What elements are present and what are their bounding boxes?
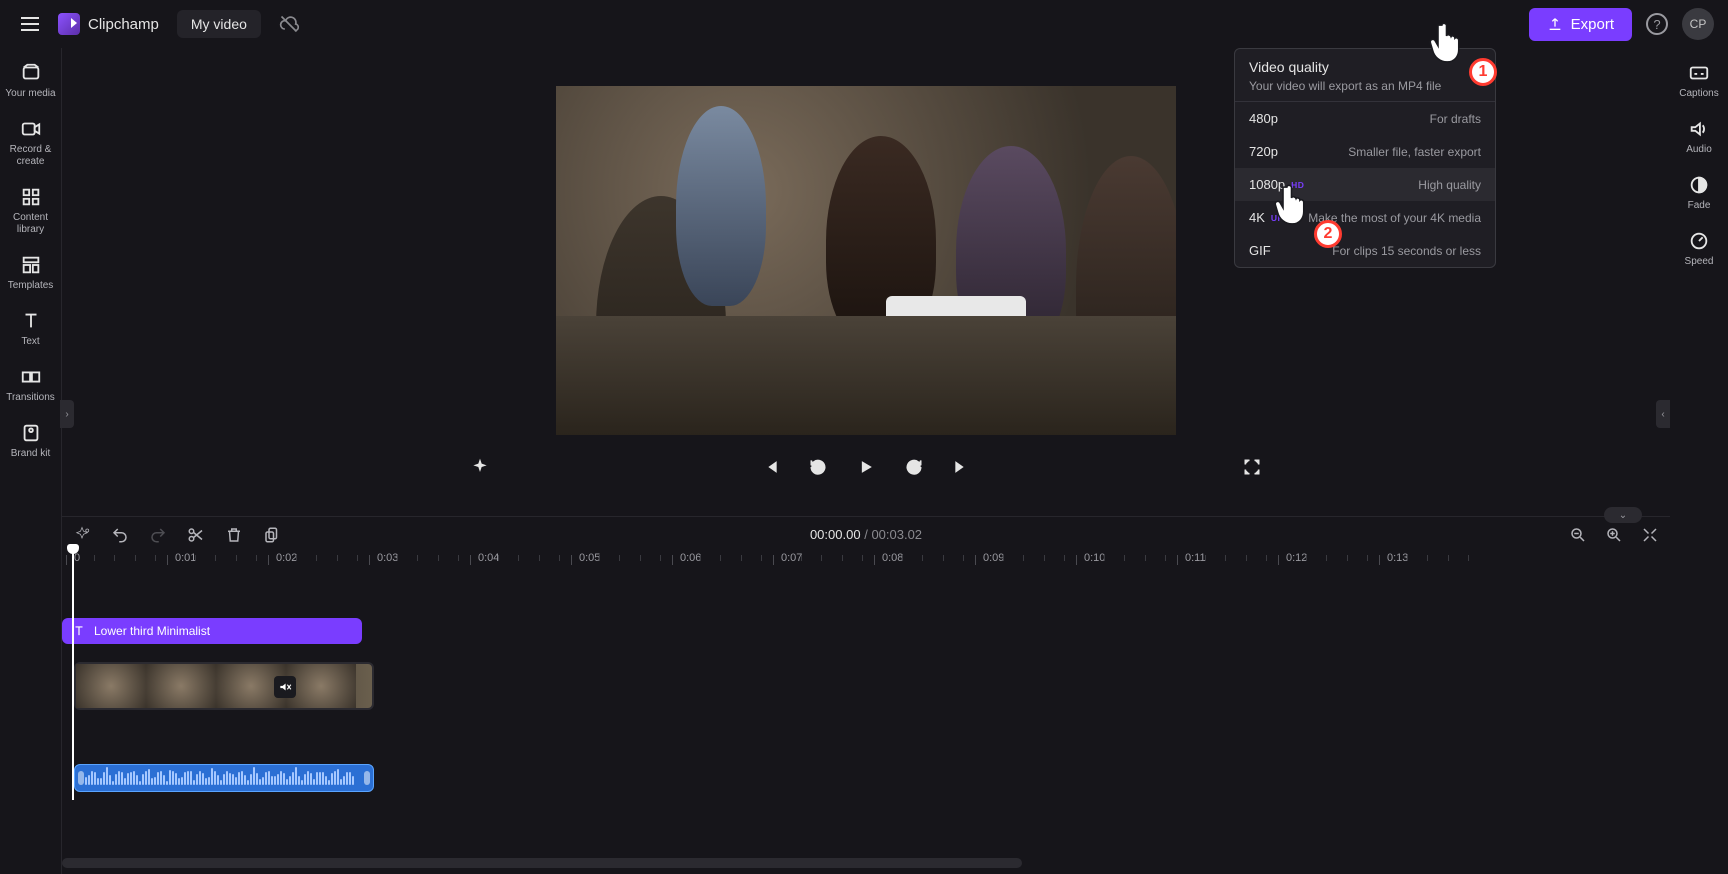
- ruler-mark: 0:10: [1084, 552, 1105, 564]
- sidebar-item-text[interactable]: Text: [3, 302, 59, 358]
- seek-forward-button[interactable]: 5: [904, 457, 924, 477]
- sidebar-item-speed[interactable]: Speed: [1673, 222, 1725, 278]
- sidebar-item-record-create[interactable]: Record & create: [3, 110, 59, 178]
- mute-clip-icon[interactable]: [274, 676, 296, 698]
- export-quality-option-gif[interactable]: GIFFor clips 15 seconds or less: [1235, 234, 1495, 267]
- delete-icon[interactable]: [224, 525, 244, 545]
- text-clip[interactable]: Lower third Minimalist: [62, 618, 362, 644]
- timeline-scrollbar[interactable]: [62, 858, 1022, 868]
- sync-status-icon[interactable]: [273, 8, 305, 40]
- sidebar-item-fade[interactable]: Fade: [1673, 166, 1725, 222]
- export-quality-option-480p[interactable]: 480pFor drafts: [1235, 102, 1495, 135]
- sidebar-item-brand-kit[interactable]: Brand kit: [3, 414, 59, 470]
- left-sidebar: Your media Record & create Content libra…: [0, 48, 62, 874]
- redo-icon[interactable]: [148, 525, 168, 545]
- ruler-mark: 0:01: [175, 552, 196, 564]
- ruler-mark: 0:09: [983, 552, 1004, 564]
- ruler-mark: 0: [74, 552, 80, 564]
- video-clip[interactable]: [74, 662, 374, 710]
- add-clip-icon[interactable]: [72, 525, 92, 545]
- play-button[interactable]: [856, 457, 876, 477]
- video-preview[interactable]: [556, 86, 1176, 435]
- user-avatar[interactable]: CP: [1682, 8, 1714, 40]
- export-button[interactable]: Export: [1529, 8, 1632, 41]
- brand[interactable]: Clipchamp: [58, 13, 159, 35]
- zoom-out-icon[interactable]: [1568, 525, 1588, 545]
- ruler-mark: 0:04: [478, 552, 499, 564]
- sidebar-item-your-media[interactable]: Your media: [3, 54, 59, 110]
- time-display: 00:00.00 / 00:03.02: [810, 527, 922, 542]
- export-button-label: Export: [1571, 16, 1614, 33]
- undo-icon[interactable]: [110, 525, 130, 545]
- ruler-mark: 0:05: [579, 552, 600, 564]
- ruler-mark: 0:13: [1387, 552, 1408, 564]
- timeline-tracks: Lower third Minimalist: [62, 590, 1670, 874]
- duplicate-icon[interactable]: [262, 525, 282, 545]
- split-icon[interactable]: [186, 525, 206, 545]
- ruler-mark: 0:02: [276, 552, 297, 564]
- clipchamp-logo-icon: [58, 13, 80, 35]
- export-popover-subtitle: Your video will export as an MP4 file: [1249, 79, 1481, 93]
- ai-sparkle-icon[interactable]: [470, 457, 490, 477]
- skip-forward-button[interactable]: [952, 457, 972, 477]
- fit-timeline-icon[interactable]: [1640, 525, 1660, 545]
- ruler-mark: 0:12: [1286, 552, 1307, 564]
- timeline-ruler[interactable]: 0 0:01 0:02 0:03 0:04 0:05 0:06 0:07 0:08 0:09 0:1…: [62, 552, 1670, 576]
- ruler-mark: 0:03: [377, 552, 398, 564]
- collapse-timeline-button[interactable]: ⌄: [1604, 507, 1642, 523]
- brand-label: Clipchamp: [88, 16, 159, 33]
- right-sidebar: Captions Audio Fade Speed: [1670, 48, 1728, 278]
- export-quality-option-720p[interactable]: 720pSmaller file, faster export: [1235, 135, 1495, 168]
- tutorial-pointer-1: 1: [1425, 18, 1471, 71]
- sidebar-item-captions[interactable]: Captions: [1673, 54, 1725, 110]
- playback-controls: 5 5: [62, 457, 1670, 477]
- tutorial-pointer-2: 2: [1270, 180, 1316, 233]
- sidebar-item-templates[interactable]: Templates: [3, 246, 59, 302]
- ruler-mark: 0:08: [882, 552, 903, 564]
- timeline-toolbar: ⌄ 00:00.00 / 00:03.02: [62, 516, 1670, 552]
- project-title-field[interactable]: My video: [177, 10, 261, 38]
- ruler-mark: 0:07: [781, 552, 802, 564]
- sidebar-item-content-library[interactable]: Content library: [3, 178, 59, 246]
- sidebar-item-transitions[interactable]: Transitions: [3, 358, 59, 414]
- skip-back-button[interactable]: [760, 457, 780, 477]
- ruler-mark: 0:06: [680, 552, 701, 564]
- seek-back-button[interactable]: 5: [808, 457, 828, 477]
- export-quality-popover: Video quality Your video will export as …: [1234, 48, 1496, 268]
- zoom-in-icon[interactable]: [1604, 525, 1624, 545]
- playhead[interactable]: [72, 550, 74, 800]
- audio-clip[interactable]: [74, 764, 374, 792]
- sidebar-item-audio[interactable]: Audio: [1673, 110, 1725, 166]
- ruler-mark: 0:11: [1185, 552, 1206, 564]
- fullscreen-button[interactable]: [1242, 457, 1262, 477]
- hamburger-menu-icon[interactable]: [14, 8, 46, 40]
- help-icon[interactable]: ?: [1646, 13, 1668, 35]
- text-clip-label: Lower third Minimalist: [94, 624, 210, 638]
